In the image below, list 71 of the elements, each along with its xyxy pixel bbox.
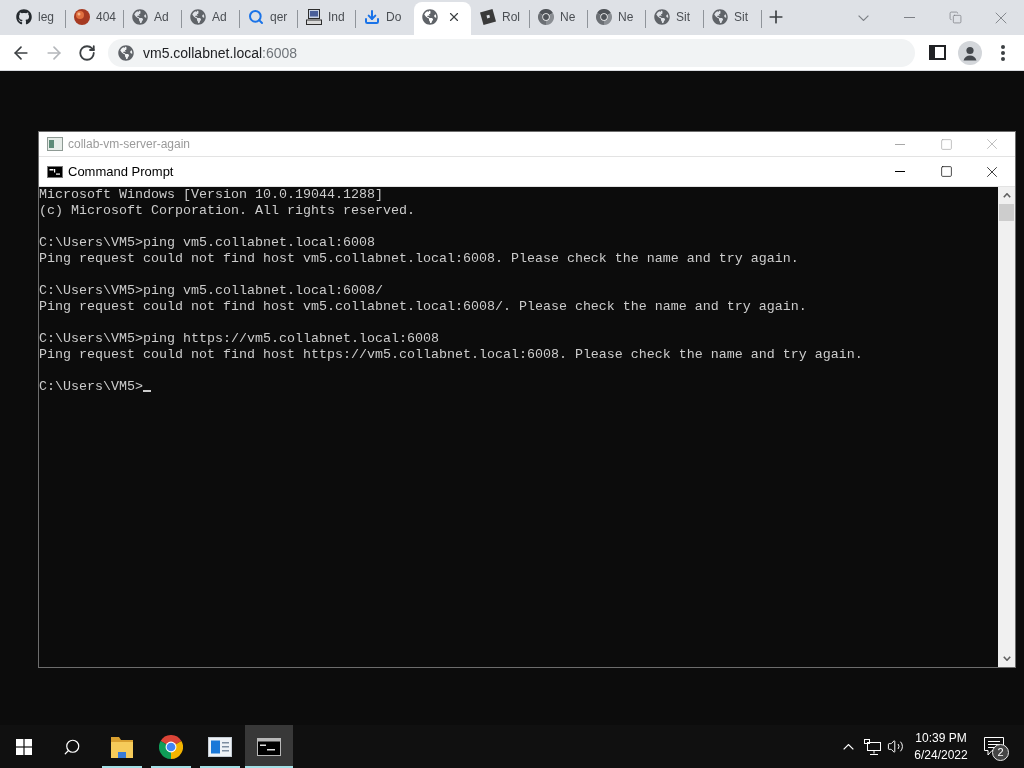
browser-tab[interactable] [414,2,471,35]
browser-tab[interactable]: leg [8,2,65,35]
globe-icon [118,44,134,61]
restore-icon [948,11,962,24]
chevron-up-icon [1002,193,1011,198]
volume-icon [886,738,904,755]
console-line: C:\Users\VM5>ping https://vm5.collabnet.local:6008 [39,331,440,347]
minimize-icon [895,143,905,145]
download-icon [364,9,380,25]
network-icon [863,738,881,755]
reload-icon [78,43,96,62]
browser-tab[interactable]: Ad [124,2,181,35]
chevron-up-icon [842,743,854,750]
search-icon [248,9,264,25]
folder-icon [110,735,134,758]
console-line: C:\Users\VM5>ping vm5.collabnet.local:6008/ [39,283,384,299]
vertical-scrollbar[interactable] [998,187,1015,667]
computer-icon [306,9,322,25]
maximize-icon [939,137,953,151]
chrome-logo-icon [538,9,554,25]
terminal-icon [47,165,63,178]
github-logo-icon [16,9,32,25]
chevron-down-icon [1002,656,1011,661]
notifications-icon [984,737,1004,756]
close-icon [447,10,461,24]
notifications-button[interactable]: 2 [974,725,1014,768]
console-prompt: C:\Users\VM5> [39,379,143,395]
console-line: C:\Users\VM5>ping vm5.collabnet.local:6008 [39,235,376,251]
browser-tab[interactable]: Rol [472,2,529,35]
address-bar[interactable]: vm5.collabnet.local:6008 [108,38,915,67]
console-line: Ping request could not find host https://vm5.collabnet.local:6008. Please check the name and try again. [39,347,864,363]
chrome-logo-icon [159,734,183,759]
browser-tab[interactable]: Sit [646,2,703,35]
profile-button[interactable] [956,38,984,67]
globe-icon [712,9,728,25]
browser-tab[interactable]: Ne [588,2,645,35]
browser-tab[interactable]: Sit [704,2,761,35]
notification-badge: 2 [992,744,1009,761]
browser-tab[interactable]: Ne [530,2,587,35]
terminal-icon [257,737,281,756]
console-line: Microsoft Windows [Version 10.0.19044.1288] [39,187,384,203]
globe-icon [190,9,206,25]
minimize-icon [903,17,915,18]
globe-icon [654,9,670,25]
browser-tab[interactable]: Ind [298,2,355,35]
clock[interactable]: 10:39 PM 6/24/2022 [912,725,970,768]
windows-logo-icon [16,738,32,755]
window-title: collab-vm-server-again [68,137,191,151]
browser-tab[interactable]: 404 [66,2,123,35]
ball-icon [74,9,90,25]
browser-tab[interactable]: Do [356,2,413,35]
window-title: Command Prompt [68,164,174,179]
taskbar-app-button[interactable] [245,725,293,768]
minimize-icon [895,171,905,172]
console-line: (c) Microsoft Corporation. All rights reserved. [39,203,416,219]
window-app-icon [47,137,63,151]
side-panel-icon [928,45,946,60]
browser-tab[interactable]: Ad [182,2,239,35]
app-window-icon [208,736,232,757]
console-line: Ping request could not find host vm5.collabnet.local:6008/. Please check the name and try again. [39,299,808,315]
browser-tab[interactable]: qer [240,2,297,35]
globe-icon [132,9,148,25]
scrollbar-thumb[interactable] [999,204,1014,221]
chrome-logo-icon [596,9,612,25]
search-icon [63,737,81,756]
maximize-icon [939,165,953,178]
chevron-down-icon [857,14,869,21]
globe-icon [422,9,438,25]
profile-avatar-icon [958,40,982,65]
more-options-icon [1001,44,1005,61]
console-line: Ping request could not find host vm5.collabnet.local:6008. Please check the name and try again. [39,251,800,267]
